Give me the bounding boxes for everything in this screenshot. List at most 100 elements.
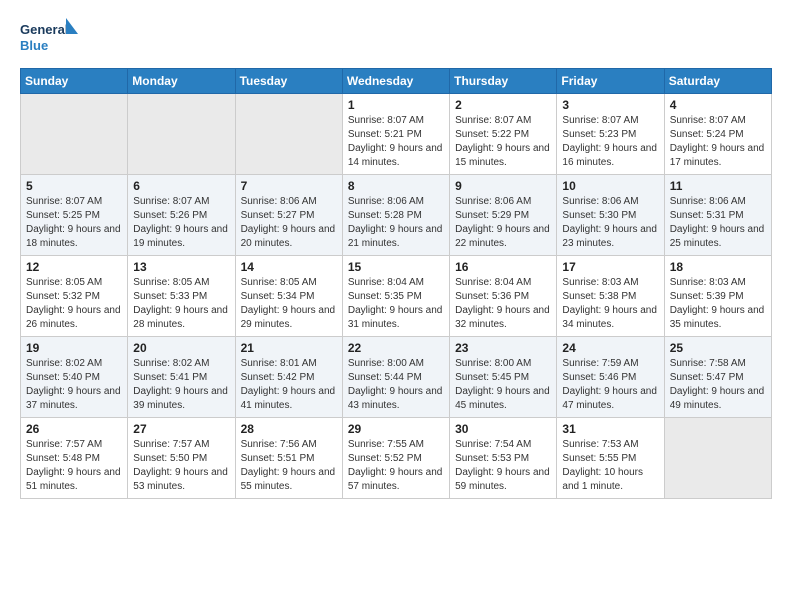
- day-number: 2: [455, 98, 551, 112]
- day-info: Sunrise: 8:03 AMSunset: 5:39 PMDaylight:…: [670, 276, 766, 332]
- week-row-4: 19 Sunrise: 8:02 AMSunset: 5:40 PMDayligh…: [21, 337, 772, 418]
- day-number: 11: [670, 179, 766, 193]
- day-cell-21: 21 Sunrise: 8:01 AMSunset: 5:42 PMDayligh…: [235, 337, 342, 418]
- day-number: 5: [26, 179, 122, 193]
- svg-text:General: General: [20, 22, 68, 37]
- day-info: Sunrise: 8:06 AMSunset: 5:30 PMDaylight:…: [562, 195, 658, 251]
- day-info: Sunrise: 8:04 AMSunset: 5:36 PMDaylight:…: [455, 276, 551, 332]
- day-number: 1: [348, 98, 444, 112]
- day-cell-7: 7 Sunrise: 8:06 AMSunset: 5:27 PMDaylight…: [235, 175, 342, 256]
- day-info: Sunrise: 8:06 AMSunset: 5:28 PMDaylight:…: [348, 195, 444, 251]
- day-number: 13: [133, 260, 229, 274]
- weekday-header-friday: Friday: [557, 69, 664, 94]
- day-cell-16: 16 Sunrise: 8:04 AMSunset: 5:36 PMDayligh…: [450, 256, 557, 337]
- day-info: Sunrise: 7:57 AMSunset: 5:48 PMDaylight:…: [26, 438, 122, 494]
- day-info: Sunrise: 7:56 AMSunset: 5:51 PMDaylight:…: [241, 438, 337, 494]
- logo: GeneralBlue: [20, 16, 80, 56]
- day-cell-24: 24 Sunrise: 7:59 AMSunset: 5:46 PMDayligh…: [557, 337, 664, 418]
- day-info: Sunrise: 8:04 AMSunset: 5:35 PMDaylight:…: [348, 276, 444, 332]
- day-info: Sunrise: 8:06 AMSunset: 5:27 PMDaylight:…: [241, 195, 337, 251]
- day-cell-31: 31 Sunrise: 7:53 AMSunset: 5:55 PMDayligh…: [557, 418, 664, 499]
- day-cell-5: 5 Sunrise: 8:07 AMSunset: 5:25 PMDaylight…: [21, 175, 128, 256]
- day-info: Sunrise: 8:03 AMSunset: 5:38 PMDaylight:…: [562, 276, 658, 332]
- day-number: 27: [133, 422, 229, 436]
- day-number: 22: [348, 341, 444, 355]
- day-info: Sunrise: 7:54 AMSunset: 5:53 PMDaylight:…: [455, 438, 551, 494]
- day-number: 30: [455, 422, 551, 436]
- weekday-header-monday: Monday: [128, 69, 235, 94]
- day-info: Sunrise: 8:05 AMSunset: 5:32 PMDaylight:…: [26, 276, 122, 332]
- empty-cell: [235, 94, 342, 175]
- day-info: Sunrise: 7:57 AMSunset: 5:50 PMDaylight:…: [133, 438, 229, 494]
- day-cell-18: 18 Sunrise: 8:03 AMSunset: 5:39 PMDayligh…: [664, 256, 771, 337]
- day-number: 18: [670, 260, 766, 274]
- svg-text:Blue: Blue: [20, 38, 48, 53]
- day-cell-20: 20Sunrise: 8:02 AMSunset: 5:41 PMDayligh…: [128, 337, 235, 418]
- day-number: 9: [455, 179, 551, 193]
- day-number: 8: [348, 179, 444, 193]
- day-number: 16: [455, 260, 551, 274]
- day-number: 23: [455, 341, 551, 355]
- day-cell-29: 29 Sunrise: 7:55 AMSunset: 5:52 PMDayligh…: [342, 418, 449, 499]
- day-cell-6: 6 Sunrise: 8:07 AMSunset: 5:26 PMDaylight…: [128, 175, 235, 256]
- day-cell-12: 12 Sunrise: 8:05 AMSunset: 5:32 PMDayligh…: [21, 256, 128, 337]
- week-row-5: 26Sunrise: 7:57 AMSunset: 5:48 PMDayligh…: [21, 418, 772, 499]
- day-info: Sunrise: 8:07 AMSunset: 5:21 PMDaylight:…: [348, 114, 444, 170]
- day-cell-3: 3 Sunrise: 8:07 AMSunset: 5:23 PMDaylight…: [557, 94, 664, 175]
- day-cell-2: 2 Sunrise: 8:07 AMSunset: 5:22 PMDaylight…: [450, 94, 557, 175]
- day-info: Sunrise: 8:07 AMSunset: 5:25 PMDaylight:…: [26, 195, 122, 251]
- day-info: Sunrise: 7:59 AMSunset: 5:46 PMDaylight:…: [562, 357, 658, 413]
- weekday-header-thursday: Thursday: [450, 69, 557, 94]
- day-number: 31: [562, 422, 658, 436]
- day-cell-23: 23 Sunrise: 8:00 AMSunset: 5:45 PMDayligh…: [450, 337, 557, 418]
- header: GeneralBlue: [20, 16, 772, 56]
- day-cell-14: 14 Sunrise: 8:05 AMSunset: 5:34 PMDayligh…: [235, 256, 342, 337]
- day-cell-8: 8 Sunrise: 8:06 AMSunset: 5:28 PMDaylight…: [342, 175, 449, 256]
- week-row-1: 1 Sunrise: 8:07 AMSunset: 5:21 PMDaylight…: [21, 94, 772, 175]
- week-row-2: 5 Sunrise: 8:07 AMSunset: 5:25 PMDaylight…: [21, 175, 772, 256]
- day-cell-27: 27 Sunrise: 7:57 AMSunset: 5:50 PMDayligh…: [128, 418, 235, 499]
- day-info: Sunrise: 8:07 AMSunset: 5:23 PMDaylight:…: [562, 114, 658, 170]
- day-info: Sunrise: 8:07 AMSunset: 5:26 PMDaylight:…: [133, 195, 229, 251]
- day-cell-9: 9 Sunrise: 8:06 AMSunset: 5:29 PMDaylight…: [450, 175, 557, 256]
- day-number: 28: [241, 422, 337, 436]
- day-cell-30: 30 Sunrise: 7:54 AMSunset: 5:53 PMDayligh…: [450, 418, 557, 499]
- day-info: Sunrise: 8:00 AMSunset: 5:44 PMDaylight:…: [348, 357, 444, 413]
- day-info: Sunrise: 8:02 AMSunset: 5:40 PMDaylight:…: [26, 357, 122, 413]
- day-cell-10: 10Sunrise: 8:06 AMSunset: 5:30 PMDayligh…: [557, 175, 664, 256]
- day-number: 12: [26, 260, 122, 274]
- day-cell-13: 13Sunrise: 8:05 AMSunset: 5:33 PMDayligh…: [128, 256, 235, 337]
- weekday-header-wednesday: Wednesday: [342, 69, 449, 94]
- day-info: Sunrise: 7:55 AMSunset: 5:52 PMDaylight:…: [348, 438, 444, 494]
- weekday-header-tuesday: Tuesday: [235, 69, 342, 94]
- empty-cell: [664, 418, 771, 499]
- day-info: Sunrise: 8:07 AMSunset: 5:22 PMDaylight:…: [455, 114, 551, 170]
- day-info: Sunrise: 8:07 AMSunset: 5:24 PMDaylight:…: [670, 114, 766, 170]
- day-info: Sunrise: 8:05 AMSunset: 5:34 PMDaylight:…: [241, 276, 337, 332]
- day-info: Sunrise: 7:58 AMSunset: 5:47 PMDaylight:…: [670, 357, 766, 413]
- day-cell-19: 19 Sunrise: 8:02 AMSunset: 5:40 PMDayligh…: [21, 337, 128, 418]
- day-cell-15: 15Sunrise: 8:04 AMSunset: 5:35 PMDayligh…: [342, 256, 449, 337]
- day-number: 19: [26, 341, 122, 355]
- weekday-header-sunday: Sunday: [21, 69, 128, 94]
- day-number: 4: [670, 98, 766, 112]
- logo-icon: GeneralBlue: [20, 16, 80, 56]
- day-number: 20: [133, 341, 229, 355]
- day-info: Sunrise: 7:53 AMSunset: 5:55 PMDaylight:…: [562, 438, 658, 494]
- day-number: 14: [241, 260, 337, 274]
- day-number: 21: [241, 341, 337, 355]
- empty-cell: [128, 94, 235, 175]
- day-number: 7: [241, 179, 337, 193]
- day-number: 24: [562, 341, 658, 355]
- day-info: Sunrise: 8:06 AMSunset: 5:29 PMDaylight:…: [455, 195, 551, 251]
- day-info: Sunrise: 8:01 AMSunset: 5:42 PMDaylight:…: [241, 357, 337, 413]
- day-number: 3: [562, 98, 658, 112]
- day-cell-11: 11Sunrise: 8:06 AMSunset: 5:31 PMDayligh…: [664, 175, 771, 256]
- page: GeneralBlue SundayMondayTuesdayWednesday…: [0, 0, 792, 509]
- day-info: Sunrise: 8:00 AMSunset: 5:45 PMDaylight:…: [455, 357, 551, 413]
- weekday-header-row: SundayMondayTuesdayWednesdayThursdayFrid…: [21, 69, 772, 94]
- day-cell-26: 26Sunrise: 7:57 AMSunset: 5:48 PMDayligh…: [21, 418, 128, 499]
- day-number: 29: [348, 422, 444, 436]
- day-number: 6: [133, 179, 229, 193]
- day-cell-17: 17Sunrise: 8:03 AMSunset: 5:38 PMDayligh…: [557, 256, 664, 337]
